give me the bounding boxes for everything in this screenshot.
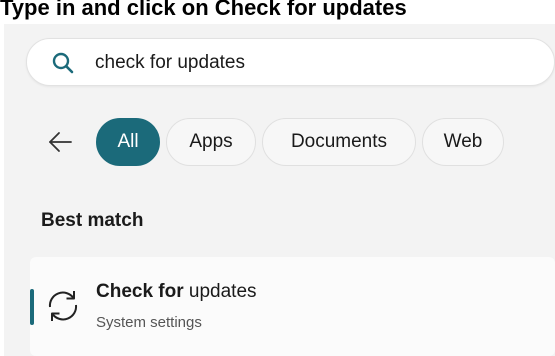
filter-all[interactable]: All (96, 118, 160, 166)
result-subtitle: System settings (96, 314, 202, 331)
result-title-rest: updates (183, 281, 257, 302)
filter-apps[interactable]: Apps (166, 118, 256, 166)
filter-bar: All Apps Documents Web (40, 116, 510, 168)
search-icon (52, 52, 74, 74)
back-button[interactable] (40, 122, 80, 162)
search-box[interactable] (26, 38, 555, 86)
search-panel: All Apps Documents Web Best match Check … (4, 24, 555, 356)
selection-indicator (30, 289, 34, 325)
filter-documents[interactable]: Documents (262, 118, 416, 166)
arrow-left-icon (49, 132, 72, 152)
caption-emphasis: Check for updates (214, 0, 407, 20)
caption-prefix: Type in and click on (0, 0, 215, 20)
result-title: Check for updates (96, 281, 257, 303)
refresh-icon (48, 291, 78, 321)
screenshot-frame: Type in and click on Check for updates A… (0, 0, 555, 356)
best-match-heading: Best match (41, 210, 144, 231)
search-input[interactable] (95, 49, 535, 77)
result-check-for-updates[interactable]: Check for updates System settings (30, 257, 555, 356)
filter-web[interactable]: Web (422, 118, 504, 166)
result-title-bold: Check for (96, 281, 184, 302)
